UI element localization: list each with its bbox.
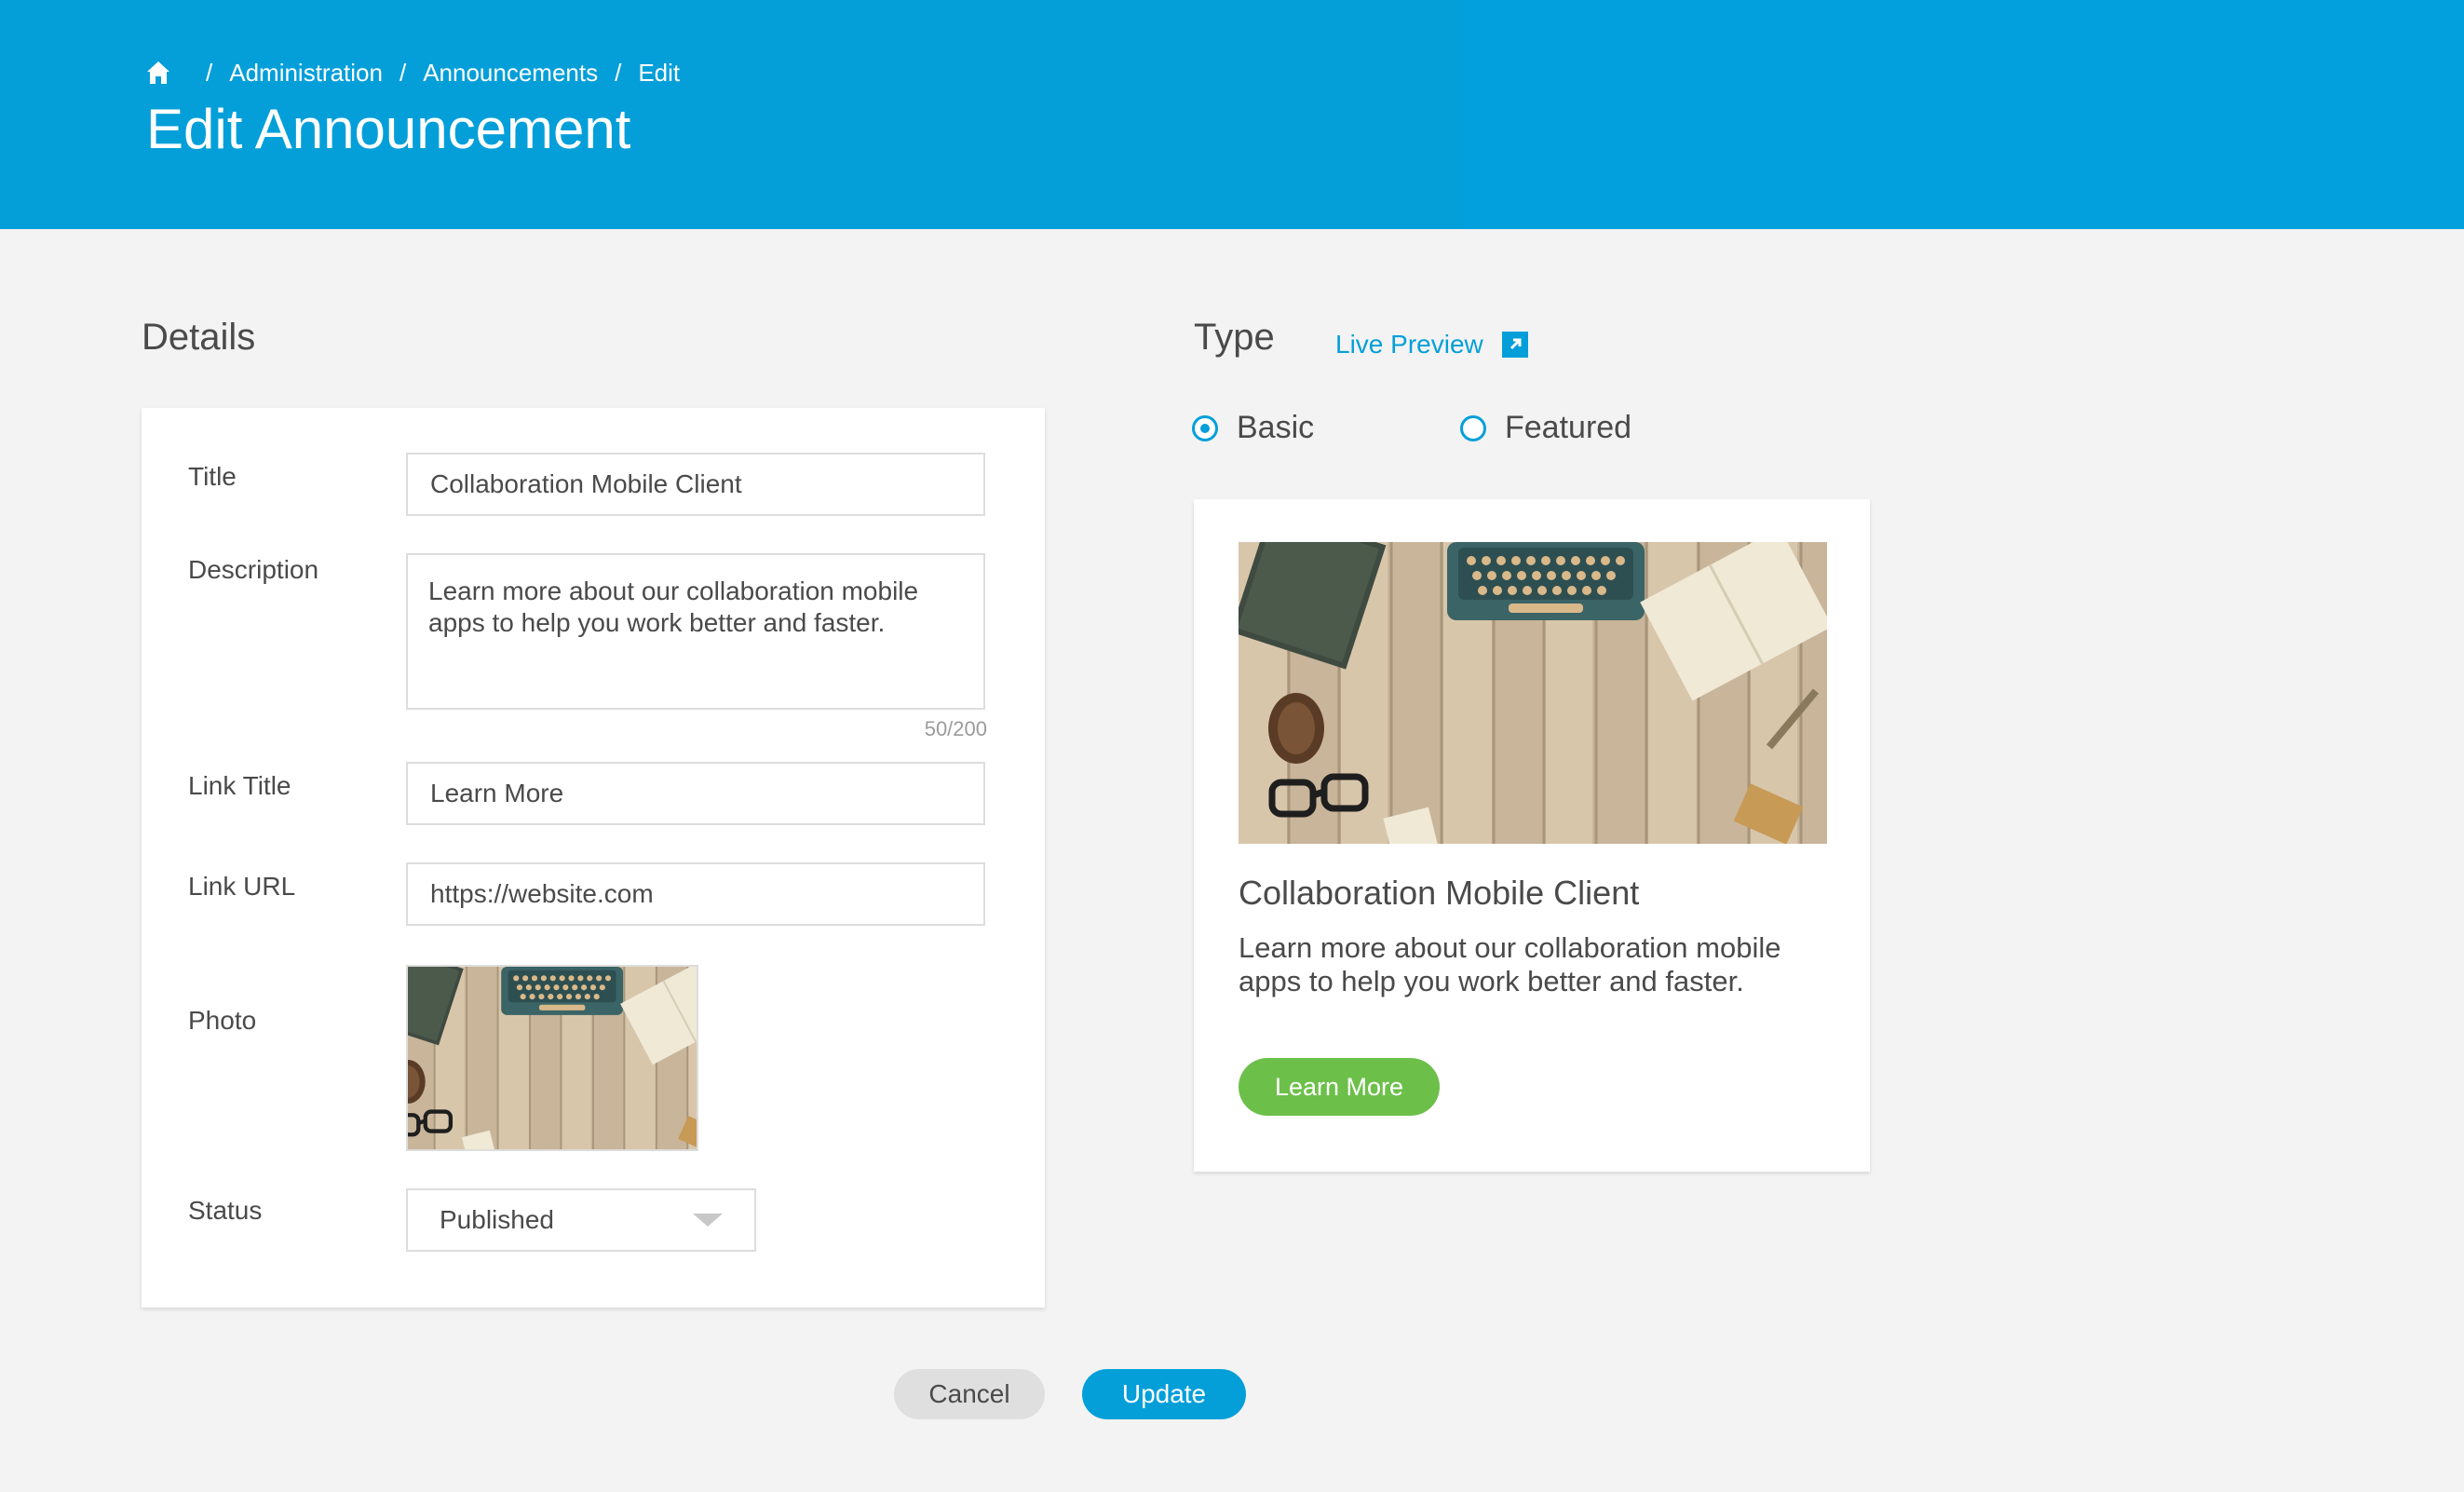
- breadcrumb-edit: Edit: [638, 58, 681, 87]
- photo-image: [408, 967, 698, 1151]
- link-title-label: Link Title: [188, 771, 291, 800]
- details-card: Title Collaboration Mobile Client Descri…: [142, 408, 1045, 1308]
- breadcrumb-announcements[interactable]: Announcements: [423, 59, 598, 88]
- radio-basic[interactable]: Basic: [1192, 410, 1314, 446]
- page-header: / Administration / Announcements / Edit …: [0, 0, 2464, 229]
- breadcrumb-separator: /: [206, 58, 213, 87]
- details-heading: Details: [142, 317, 256, 358]
- chevron-down-icon: [693, 1214, 723, 1227]
- preview-title: Collaboration Mobile Client: [1239, 874, 1640, 912]
- preview-learn-more-button[interactable]: Learn More: [1239, 1058, 1440, 1116]
- status-select[interactable]: Published: [406, 1188, 756, 1252]
- home-icon[interactable]: [146, 60, 170, 86]
- preview-card: Collaboration Mobile Client Learn more a…: [1194, 499, 1870, 1172]
- preview-image: [1239, 542, 1827, 844]
- description-label: Description: [188, 555, 319, 584]
- breadcrumb-administration[interactable]: Administration: [229, 59, 383, 88]
- breadcrumb-separator: /: [399, 58, 407, 87]
- external-link-icon: [1501, 332, 1528, 358]
- preview-photo: [1239, 542, 1827, 844]
- update-button[interactable]: Update: [1082, 1369, 1246, 1419]
- link-url-input[interactable]: https://website.com: [406, 862, 985, 926]
- live-preview-label: Live Preview: [1335, 330, 1483, 359]
- radio-featured[interactable]: Featured: [1460, 410, 1631, 446]
- live-preview-link[interactable]: Live Preview: [1335, 330, 1528, 359]
- link-url-label: Link URL: [188, 872, 296, 901]
- description-textarea[interactable]: Learn more about our collaboration mobil…: [406, 553, 985, 710]
- radio-unchecked-icon[interactable]: [1460, 414, 1486, 441]
- photo-label: Photo: [188, 1006, 257, 1035]
- type-heading: Type: [1194, 317, 1275, 358]
- breadcrumb: / Administration / Announcements / Edit: [146, 54, 680, 91]
- radio-basic-label: Basic: [1237, 410, 1315, 445]
- cancel-button[interactable]: Cancel: [894, 1369, 1045, 1419]
- title-input[interactable]: Collaboration Mobile Client: [406, 453, 985, 516]
- radio-checked-icon[interactable]: [1192, 414, 1218, 441]
- page-title: Edit Announcement: [146, 98, 631, 160]
- breadcrumb-separator: /: [615, 58, 622, 87]
- preview-description: Learn more about our collaboration mobil…: [1239, 931, 1781, 997]
- description-char-counter: 50/200: [924, 717, 987, 740]
- status-label: Status: [188, 1196, 263, 1225]
- header-shade: [1464, 0, 2464, 229]
- photo-thumbnail[interactable]: [406, 965, 698, 1151]
- radio-featured-label: Featured: [1505, 410, 1632, 445]
- link-title-input[interactable]: Learn More: [406, 762, 985, 825]
- title-label: Title: [188, 462, 237, 491]
- status-select-value: Published: [440, 1205, 554, 1234]
